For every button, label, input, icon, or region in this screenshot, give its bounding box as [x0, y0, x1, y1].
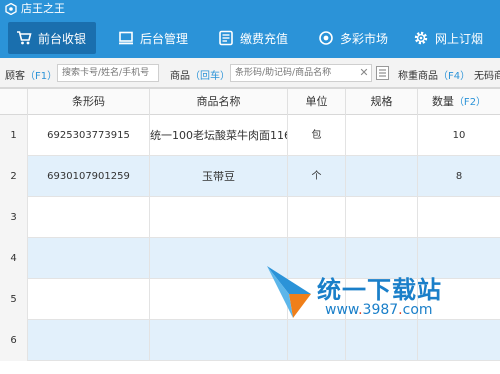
nav-label: 网上订烟 — [435, 31, 484, 46]
target-icon — [319, 31, 333, 45]
member-shortcut: （F1） — [25, 71, 58, 82]
cell-unit: 个 — [288, 156, 346, 197]
cell-spec — [346, 320, 418, 361]
nav-recharge[interactable]: 缴费充值 — [210, 22, 294, 54]
row-number: 4 — [0, 238, 28, 279]
cell-name — [150, 197, 288, 238]
main-nav: 前台收银 后台管理 缴费充值 多彩市场 网上订烟 — [0, 18, 500, 58]
product-table: 条形码 商品名称 单位 规格 数量（F2） 1 6925303773915 统一10… — [0, 88, 500, 374]
app-logo-icon — [5, 3, 17, 15]
list-icon[interactable] — [376, 66, 389, 80]
cell-qty[interactable]: 10 — [418, 115, 500, 156]
product-label-text: 商品 — [170, 71, 190, 82]
watermark-text: 统一下载站 — [317, 276, 442, 304]
header-unit: 单位 — [288, 89, 346, 115]
nav-online-order[interactable]: 网上订烟 — [405, 22, 495, 54]
cell-qty[interactable] — [418, 320, 500, 361]
cell-name: 玉带豆 — [150, 156, 288, 197]
cell-qty[interactable]: 8 — [418, 156, 500, 197]
watermark: 统一下载站 www.3987.com — [265, 262, 445, 322]
cell-barcode — [28, 279, 150, 320]
table-header: 条形码 商品名称 单位 规格 数量（F2） — [0, 89, 500, 115]
header-qty: 数量（F2） — [418, 89, 500, 115]
row-number: 6 — [0, 320, 28, 361]
gear-icon — [414, 31, 428, 45]
row-number: 2 — [0, 156, 28, 197]
clear-icon[interactable]: ✕ — [358, 64, 370, 82]
product-label: 商品（回车） — [170, 67, 230, 82]
weigh-product-button[interactable]: 称重商品（F4） — [398, 67, 470, 82]
header-barcode: 条形码 — [28, 89, 150, 115]
cell-barcode — [28, 197, 150, 238]
product-search-input[interactable] — [230, 64, 372, 82]
table-row[interactable]: 2 6930107901259 玉带豆个 8 — [0, 156, 500, 197]
cell-barcode — [28, 320, 150, 361]
no-barcode-button[interactable]: 无码商 — [474, 67, 500, 82]
cell-unit: 包 — [288, 115, 346, 156]
nav-market[interactable]: 多彩市场 — [310, 22, 394, 54]
watermark-logo-icon — [267, 266, 311, 318]
nav-back-office[interactable]: 后台管理 — [110, 22, 194, 54]
header-qty-text: 数量 — [431, 95, 454, 108]
nav-label: 多彩市场 — [340, 31, 389, 46]
cell-unit — [288, 197, 346, 238]
search-bar: 顾客（F1） 商品（回车） ✕ 称重商品（F4） 无码商 — [0, 58, 500, 88]
row-number: 3 — [0, 197, 28, 238]
row-number: 1 — [0, 115, 28, 156]
table-row[interactable]: 3 — [0, 197, 500, 238]
cart-icon — [17, 31, 32, 45]
weigh-shortcut: （F4） — [438, 71, 471, 82]
header-rownum — [0, 89, 28, 115]
cell-spec — [346, 197, 418, 238]
nav-label: 后台管理 — [140, 31, 189, 46]
table-row[interactable]: 6 — [0, 320, 500, 361]
monitor-icon — [119, 31, 133, 45]
qty-shortcut: （F2） — [453, 97, 487, 108]
title-bar: 店王之王 — [0, 0, 500, 18]
cell-barcode: 6925303773915 — [28, 115, 150, 156]
url-suffix: com — [402, 302, 433, 318]
cell-spec — [346, 115, 418, 156]
nav-label: 缴费充值 — [240, 31, 289, 46]
header-name: 商品名称 — [150, 89, 288, 115]
member-label: 顾客（F1） — [5, 67, 57, 82]
member-search-input[interactable] — [57, 64, 159, 82]
product-shortcut: （回车） — [190, 71, 230, 82]
url-prefix: www — [325, 302, 359, 318]
app-title: 店王之王 — [21, 2, 65, 15]
cell-qty[interactable] — [418, 197, 500, 238]
header-spec: 规格 — [346, 89, 418, 115]
cell-barcode: 6930107901259 — [28, 156, 150, 197]
cell-name — [150, 320, 288, 361]
cell-barcode — [28, 238, 150, 279]
cell-spec — [346, 156, 418, 197]
phone-icon — [219, 30, 233, 46]
cell-unit — [288, 320, 346, 361]
table-row[interactable]: 1 6925303773915 统一100老坛酸菜牛肉面116 包 10 — [0, 115, 500, 156]
row-number: 5 — [0, 279, 28, 320]
watermark-url: www.3987.com — [325, 302, 433, 318]
url-main: 3987 — [362, 302, 399, 318]
cell-name: 统一100老坛酸菜牛肉面116 — [150, 115, 288, 156]
member-label-text: 顾客 — [5, 71, 25, 82]
nav-front-cashier[interactable]: 前台收银 — [8, 22, 96, 54]
weigh-label-text: 称重商品 — [398, 71, 438, 82]
nav-label: 前台收银 — [38, 31, 87, 46]
